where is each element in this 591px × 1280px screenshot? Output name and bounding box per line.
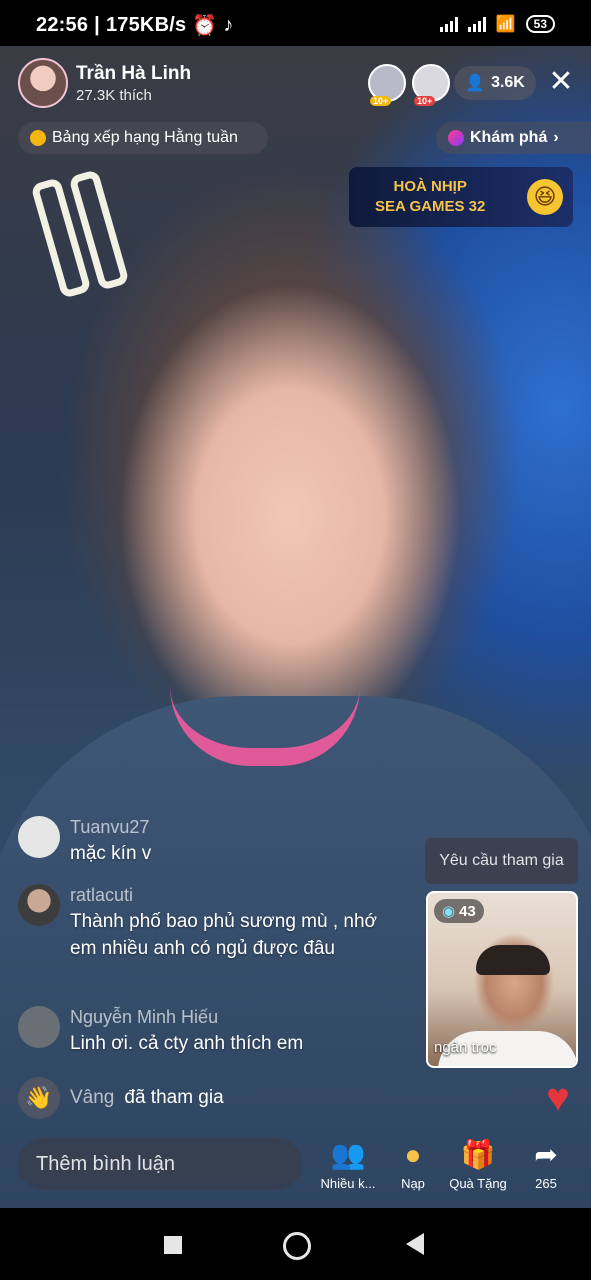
host-info[interactable]: Trần Hà Linh 27.3K thích [18, 58, 191, 108]
wifi-icon: 📶 [495, 16, 516, 33]
status-bar: 22:56 | 175KB/s ⏰ ♪ 📶 53 [0, 0, 591, 46]
host-avatar[interactable] [18, 58, 68, 108]
comment-text: Linh ơi. cả cty anh thích em [70, 1033, 304, 1054]
top-viewers[interactable]: 10+ 10+ [368, 64, 450, 106]
hair-clip [30, 169, 130, 305]
comment-input[interactable]: Thêm bình luận [18, 1138, 302, 1190]
net-speed: 175KB/s [105, 14, 187, 36]
viewer-avatar[interactable]: 10+ [368, 64, 406, 106]
viewer-avatar[interactable]: 10+ [412, 64, 450, 106]
comment-item[interactable]: ratlacuti Thành phố bao phủ sương mù , n… [18, 884, 398, 962]
laughing-emoji-icon: 😆 [527, 179, 563, 215]
comment-item[interactable]: Nguyễn Minh Hiếu Linh ơi. cả cty anh thí… [18, 1006, 398, 1057]
tiktok-icon: ♪ [223, 14, 234, 36]
close-icon[interactable]: ✕ [545, 66, 577, 98]
comment-text: mặc kín v [70, 843, 152, 864]
guest-hair [476, 945, 550, 975]
status-right: 📶 53 [439, 14, 555, 34]
explore-button[interactable]: Khám phá › [436, 122, 591, 154]
clock: 22:56 [36, 14, 89, 36]
join-text: đã tham gia [124, 1087, 224, 1108]
join-notice: 👋 Vâng đã tham gia [18, 1077, 224, 1119]
signal-icon [439, 16, 458, 32]
trophy-icon [30, 130, 46, 146]
recents-button[interactable] [164, 1236, 182, 1254]
guest-video[interactable]: ◉ 43 ngân troc [426, 891, 578, 1068]
recharge-button[interactable]: ● Nạp [381, 1138, 445, 1191]
share-icon: ➦ [534, 1139, 558, 1170]
join-user[interactable]: Vâng [70, 1087, 114, 1109]
join-request-button[interactable]: Yêu cầu tham gia [425, 838, 578, 884]
back-button[interactable] [406, 1233, 424, 1255]
multi-guest-button[interactable]: 👥 Nhiều k... [316, 1138, 380, 1191]
diamond-icon: ◉ [442, 903, 456, 920]
heart-icon[interactable]: ♥ [537, 1078, 579, 1118]
signal-icon-2 [467, 16, 486, 32]
host-name: Trần Hà Linh [76, 62, 192, 84]
share-button[interactable]: ➦ 265 [514, 1138, 578, 1191]
comment-avatar[interactable] [18, 816, 60, 858]
guest-score-badge: ◉ 43 [434, 899, 484, 923]
multi-guest-icon: 👥 [330, 1139, 366, 1170]
gift-icon: 🎁 [460, 1139, 496, 1170]
viewer-count[interactable]: 👤 3.6K [454, 66, 536, 100]
comment-avatar[interactable] [18, 1006, 60, 1048]
comment-item[interactable]: Tuanvu27 mặc kín v [18, 816, 398, 867]
battery-icon: 53 [525, 15, 555, 33]
host-likes: 27.3K thích [76, 86, 152, 104]
gift-button[interactable]: 🎁 Quà Tặng [446, 1138, 510, 1191]
comment-avatar[interactable] [18, 884, 60, 926]
person-icon: 👤 [465, 75, 486, 92]
explore-icon [448, 130, 464, 146]
comment-user[interactable]: Tuanvu27 [70, 816, 151, 838]
sea-games-banner[interactable]: HOÀ NHỊP SEA GAMES 32 😆 [349, 167, 573, 227]
comment-user[interactable]: ratlacuti [70, 884, 398, 906]
comment-text: Thành phố bao phủ sương mù , nhớ em nhiề… [70, 911, 378, 959]
home-button[interactable] [283, 1232, 311, 1260]
comment-user[interactable]: Nguyễn Minh Hiếu [70, 1006, 303, 1028]
alarm-icon: ⏰ [192, 15, 218, 37]
guest-name: ngân troc [434, 1039, 497, 1056]
wave-hand-icon: 👋 [18, 1077, 60, 1119]
weekly-ranking[interactable]: Bảng xếp hạng Hằng tuần [18, 122, 268, 154]
recharge-coin-icon: ● [404, 1139, 422, 1170]
status-left: 22:56 | 175KB/s ⏰ ♪ [36, 14, 234, 37]
chevron-right-icon: › [553, 129, 559, 146]
system-navbar [0, 1208, 591, 1280]
